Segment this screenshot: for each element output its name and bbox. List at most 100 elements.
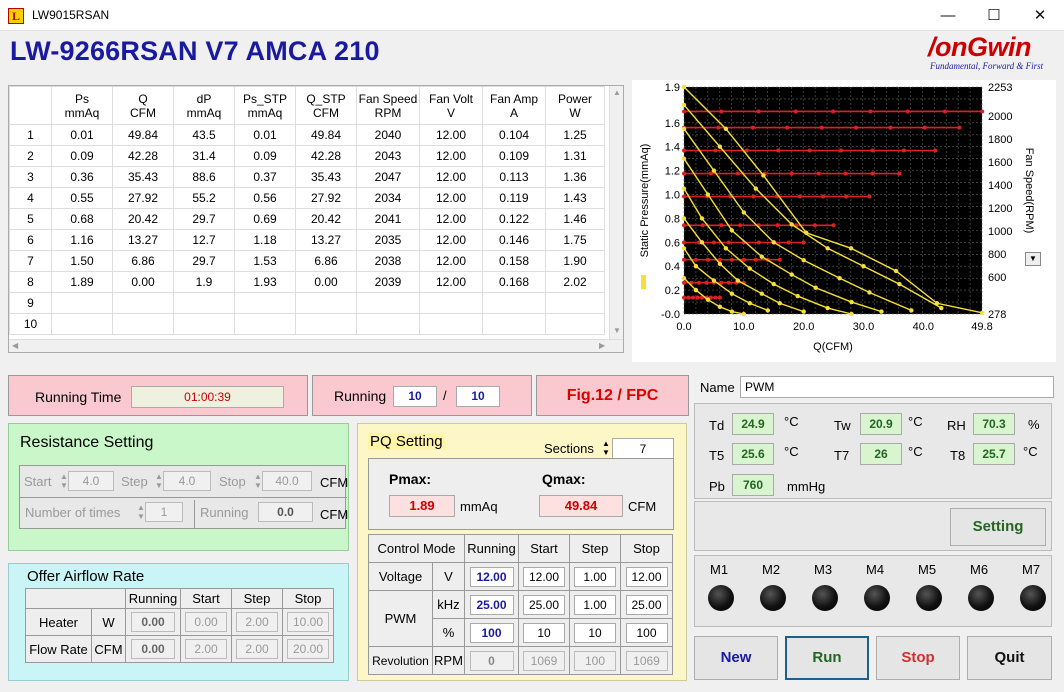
- times-input[interactable]: 1: [145, 502, 183, 522]
- chart-dropdown-icon[interactable]: ▼: [1025, 252, 1041, 266]
- x-tick-label: 30.0: [853, 321, 874, 333]
- flowrate-step[interactable]: 2.00: [236, 639, 278, 659]
- table-row[interactable]: 4 0.55 27.92 55.2 0.56 27.92 2034 12.00 0.119 1.4…: [9, 187, 605, 209]
- table-row[interactable]: 8 1.89 0.00 1.9 1.93 0.00 2039 12.00 0.168 2.02: [9, 271, 605, 293]
- y-tick-label: 0.4: [665, 261, 680, 273]
- rpm-series-point: [901, 148, 906, 153]
- results-table[interactable]: Ps mmAq Q CFM dP mmAq Ps_STP mmAq Q_STP CFM Fan Sp…: [8, 85, 624, 353]
- scroll-right-icon[interactable]: ▶: [599, 341, 605, 350]
- flowrate-start[interactable]: 2.00: [185, 639, 227, 659]
- pq-series-point: [681, 246, 687, 251]
- sections-spinner-icon[interactable]: ▲ ▼: [602, 439, 610, 457]
- minimize-button[interactable]: —: [925, 0, 971, 31]
- column-header[interactable]: Q_STP CFM: [295, 86, 357, 125]
- sections-input[interactable]: 7: [612, 438, 674, 460]
- row-number: 2: [9, 145, 52, 167]
- heater-step[interactable]: 2.00: [236, 612, 278, 632]
- running-label: Running: [334, 388, 387, 404]
- column-header-unit: RPM: [374, 105, 402, 120]
- rh-unit: %: [1028, 417, 1040, 432]
- heater-stop[interactable]: 10.00: [287, 612, 329, 632]
- table-cell: 0.122: [482, 208, 546, 230]
- column-header[interactable]: dP mmAq: [173, 86, 235, 125]
- step-input[interactable]: 4.0: [163, 471, 211, 491]
- pq-series-point: [717, 144, 723, 149]
- step-spinner-icon[interactable]: ▲ ▼: [155, 472, 163, 490]
- table-row[interactable]: 10: [9, 313, 605, 335]
- column-header[interactable]: Fan Volt V: [419, 86, 483, 125]
- resistance-unit2: CFM: [320, 507, 349, 522]
- table-row[interactable]: 3 0.36 35.43 88.6 0.37 35.43 2047 12.00 0.113 1.3…: [9, 166, 605, 188]
- voltage-start[interactable]: 12.00: [523, 566, 565, 587]
- y2-tick-label: 1800: [988, 134, 1012, 146]
- start-input[interactable]: 4.0: [68, 471, 114, 491]
- pq-control-table: Control Mode Running Start Step Stop Vol…: [368, 534, 673, 675]
- table-vertical-scrollbar[interactable]: ▲ ▼: [609, 86, 623, 339]
- motor-label: M3: [814, 562, 833, 577]
- stop-button[interactable]: Stop: [876, 636, 960, 680]
- rpm-series-point: [933, 148, 938, 153]
- rpm-series-point: [738, 223, 743, 228]
- table-row[interactable]: 5 0.68 20.42 29.7 0.69 20.42 2041 12.00 0.122 1.4…: [9, 208, 605, 230]
- pwm-pct-stop[interactable]: 100: [625, 622, 668, 643]
- table-row[interactable]: 6 1.16 13.27 12.7 1.18 13.27 2035 12.00 0.146 1.7…: [9, 229, 605, 251]
- airflow-table: Running Start Step Stop Heater W 0.00 0.…: [25, 588, 334, 663]
- column-header[interactable]: Q CFM: [112, 86, 174, 125]
- table-cell: 12.00: [419, 145, 483, 167]
- stop-input[interactable]: 40.0: [262, 471, 312, 491]
- table-horizontal-scrollbar[interactable]: ◀ ▶: [9, 339, 623, 352]
- pwm-pct-step[interactable]: 10: [574, 622, 616, 643]
- pq-header-start: Start: [518, 534, 570, 563]
- pwm-khz-stop[interactable]: 25.00: [625, 594, 668, 615]
- heater-start[interactable]: 0.00: [185, 612, 227, 632]
- voltage-stop[interactable]: 12.00: [625, 566, 668, 587]
- table-cell: 2034: [356, 187, 420, 209]
- close-button[interactable]: ✕: [1017, 0, 1063, 31]
- stop-spinner-icon[interactable]: ▲ ▼: [254, 472, 262, 490]
- name-input[interactable]: PWM: [740, 376, 1054, 398]
- scroll-left-icon[interactable]: ◀: [12, 341, 18, 350]
- flowrate-stop[interactable]: 20.00: [287, 639, 329, 659]
- table-row[interactable]: 9: [9, 292, 605, 314]
- pq-series-point: [753, 186, 759, 191]
- qmax-value: 49.84: [539, 495, 623, 517]
- pq-series-point: [897, 281, 902, 287]
- rpm-series-point: [713, 148, 718, 153]
- airflow-header-start: Start: [180, 588, 232, 609]
- revolution-start[interactable]: 1069: [523, 650, 565, 671]
- pwm-pct-start[interactable]: 10: [523, 622, 565, 643]
- voltage-step[interactable]: 1.00: [574, 566, 616, 587]
- pq-series-point: [681, 102, 687, 108]
- new-button[interactable]: New: [694, 636, 778, 680]
- pwm-khz-step[interactable]: 1.00: [574, 594, 616, 615]
- table-cell: 1.89: [51, 271, 113, 293]
- run-button[interactable]: Run: [785, 636, 869, 680]
- scroll-down-icon[interactable]: ▼: [613, 326, 621, 335]
- times-spinner-icon[interactable]: ▲ ▼: [137, 503, 145, 521]
- table-row[interactable]: 1 0.01 49.84 43.5 0.01 49.84 2040 12.00 0.104 1.2…: [9, 124, 605, 146]
- start-spinner-icon[interactable]: ▲ ▼: [60, 472, 68, 490]
- column-header[interactable]: Fan Speed RPM: [356, 86, 420, 125]
- pq-series-point: [867, 290, 872, 295]
- table-row[interactable]: 7 1.50 6.86 29.7 1.53 6.86 2038 12.00 0.158 1.90: [9, 250, 605, 272]
- column-header[interactable]: Ps_STP mmAq: [234, 86, 296, 125]
- table-row[interactable]: 2 0.09 42.28 31.4 0.09 42.28 2043 12.00 0.109 1.3…: [9, 145, 605, 167]
- y-tick-label: 1.9: [665, 82, 680, 94]
- scroll-up-icon[interactable]: ▲: [613, 88, 621, 97]
- setting-button[interactable]: Setting: [950, 508, 1046, 546]
- column-header[interactable]: Power W: [545, 86, 605, 125]
- y2-tick-label: 278: [988, 309, 1006, 321]
- revolution-step[interactable]: 100: [574, 650, 616, 671]
- maximize-button[interactable]: ☐: [971, 0, 1017, 31]
- table-cell: [482, 292, 546, 314]
- voltage-label: Voltage: [368, 562, 433, 591]
- pq-series-point: [771, 281, 776, 287]
- pwm-khz-start[interactable]: 25.00: [523, 594, 565, 615]
- rpm-series-point: [793, 109, 798, 114]
- quit-button[interactable]: Quit: [967, 636, 1052, 680]
- column-header[interactable]: Ps mmAq: [51, 86, 113, 125]
- td-label: Td: [709, 418, 725, 433]
- column-header[interactable]: Fan Amp A: [482, 86, 546, 125]
- table-cell: 29.7: [173, 250, 235, 272]
- revolution-stop[interactable]: 1069: [625, 650, 668, 671]
